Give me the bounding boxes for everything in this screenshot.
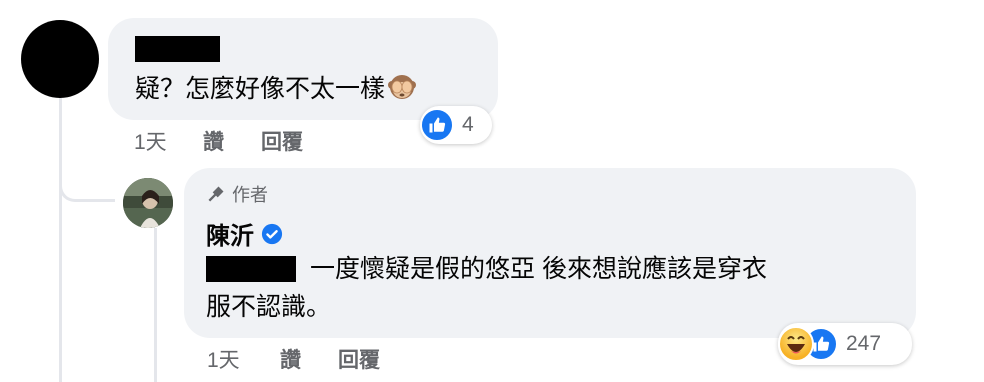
reaction-count: 4 [462, 113, 474, 136]
microphone-icon [208, 186, 224, 202]
author-avatar[interactable] [123, 178, 173, 228]
comment-text: 疑？怎麼好像不太一樣 [135, 72, 417, 106]
author-name-row: 陳沂 [206, 216, 283, 251]
reply-text-line1: 一度懷疑是假的悠亞 後來想說應該是穿衣 [206, 252, 767, 286]
reply-reply-button-label: 回覆 [338, 349, 380, 372]
reply-text-line2: 服不認識。 [206, 293, 332, 321]
reply-button-label: 回覆 [261, 131, 303, 154]
reply-reply-button[interactable]: 回覆 [338, 349, 380, 373]
reply-thread-line [154, 228, 157, 382]
reply-timestamp[interactable]: 1天 [207, 349, 240, 373]
reply-reaction-summary[interactable]: 247 [778, 323, 912, 365]
like-reaction-icon [420, 108, 454, 142]
verified-badge-icon [261, 223, 283, 245]
author-badge-label: 作者 [232, 185, 268, 205]
author-badge: 作者 [206, 181, 268, 207]
haha-reaction-icon [778, 326, 814, 362]
reaction-summary[interactable]: 4 [420, 106, 492, 144]
see-no-evil-monkey-icon [388, 75, 417, 99]
reply-text-line1-content: 一度懷疑是假的悠亞 後來想說應該是穿衣 [310, 255, 767, 283]
reply-reaction-count: 247 [846, 332, 882, 355]
author-avatar-image [123, 178, 173, 228]
comment-text-content: 疑？怎麼好像不太一樣 [135, 75, 386, 103]
like-button[interactable]: 讚 [203, 131, 224, 155]
like-button-label: 讚 [203, 131, 224, 154]
author-name[interactable]: 陳沂 [206, 216, 254, 251]
reply-button[interactable]: 回覆 [261, 131, 303, 155]
reply-like-button-label: 讚 [280, 349, 301, 372]
reply-like-button[interactable]: 讚 [280, 349, 301, 373]
redacted-commenter-name[interactable] [135, 36, 220, 62]
commenter-avatar[interactable] [21, 20, 99, 98]
comment-timestamp[interactable]: 1天 [134, 131, 167, 155]
reply-connector [59, 98, 115, 202]
